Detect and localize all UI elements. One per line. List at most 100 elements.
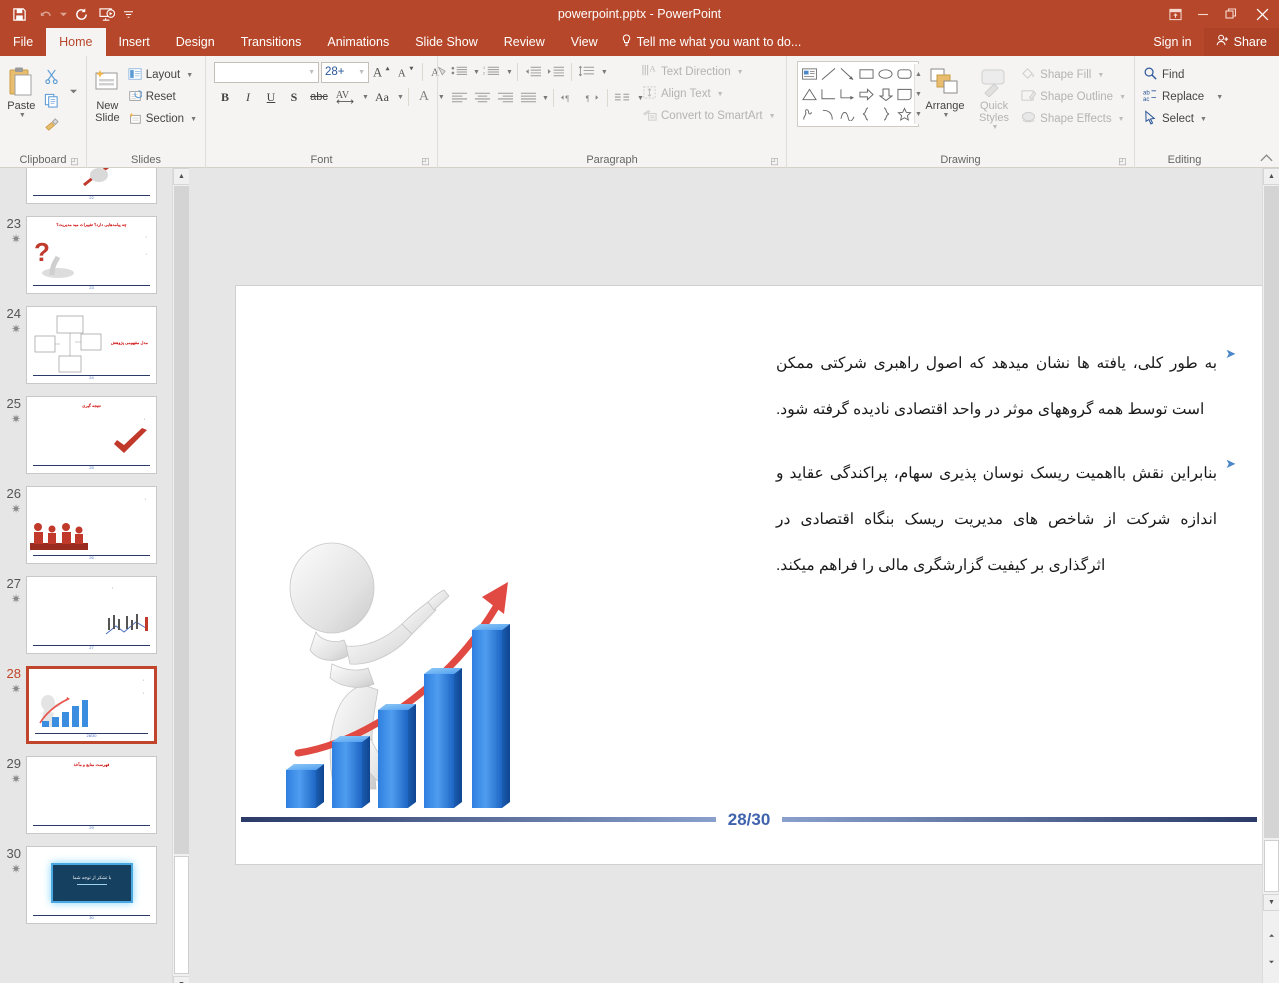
previous-slide-icon[interactable]: ⏶ xyxy=(1263,928,1279,945)
growth-chart-image[interactable] xyxy=(276,534,586,819)
shape-elbow-connector-icon[interactable] xyxy=(819,84,838,104)
shape-arc-icon[interactable] xyxy=(819,104,838,124)
slide-thumbnail-current[interactable]: ▪ ‌‌‌‌‌ ‌‌‌‌ ‌‌‌‌‌‌ ‌‌‌‌ ‌‌‌‌‌‌‌‌ ‌‌‌‌‌ … xyxy=(26,666,157,744)
section-dropdown-icon[interactable]: ▼ xyxy=(190,116,197,123)
font-name-input[interactable]: ▼ xyxy=(214,61,319,83)
paste-options-dropdown-icon[interactable] xyxy=(65,79,82,103)
underline-button[interactable]: U xyxy=(260,86,282,108)
justify-dropdown-icon[interactable]: ▼ xyxy=(542,95,549,102)
slide-thumbnail[interactable]: ▪ ‌‌‌‌‌ ‌‌‌‌‌‌ ‌‌‌‌ ‌‌‌‌‌‌ ‌‌‌‌‌‌‌‌ ‌‌‌‌… xyxy=(26,576,157,654)
smartart-dropdown-icon[interactable]: ▼ xyxy=(769,113,776,120)
tab-review[interactable]: Review xyxy=(491,28,558,56)
thumbnail-row[interactable]: 25 ✷ نتیجه گیری ▪ ‌‌‌‌‌ ‌‌‌‌‌ ‌‌‌‌‌ ‌‌‌‌‌… xyxy=(0,390,172,480)
slide-editing-area[interactable]: ➤ به طور کلی، یافته ها نشان میدهد که اصو… xyxy=(189,168,1263,983)
bold-button[interactable]: B xyxy=(214,86,236,108)
shapes-gallery[interactable]: ▲ ▼ ▼ xyxy=(797,61,922,127)
shape-triangle-icon[interactable] xyxy=(800,84,819,104)
close-icon[interactable] xyxy=(1245,0,1279,28)
slide-text-placeholder[interactable]: ➤ به طور کلی، یافته ها نشان میدهد که اصو… xyxy=(776,341,1236,607)
align-right-button[interactable] xyxy=(494,87,516,109)
restore-icon[interactable] xyxy=(1217,0,1245,28)
shape-outline-button[interactable]: Shape Outline ▼ xyxy=(1017,86,1130,108)
text-direction-button[interactable]: A Text Direction ▼ xyxy=(638,61,780,83)
shape-right-arrow-icon[interactable] xyxy=(857,84,876,104)
line-spacing-button[interactable] xyxy=(576,61,598,83)
slide-scroll-thumb[interactable] xyxy=(1264,840,1279,892)
quick-styles-button[interactable]: Quick Styles ▼ xyxy=(971,61,1017,131)
thumbnail-scroll-thumb[interactable] xyxy=(174,186,189,854)
select-dropdown-icon[interactable]: ▼ xyxy=(1200,116,1207,123)
reset-button[interactable]: Reset xyxy=(124,86,201,108)
slide-thumbnail[interactable]: با تشکر از توجه شما 30 xyxy=(26,846,157,924)
quick-styles-dropdown-icon[interactable]: ▼ xyxy=(992,124,999,131)
align-left-button[interactable] xyxy=(448,87,470,109)
ribbon-display-options-icon[interactable] xyxy=(1161,0,1189,28)
copy-icon[interactable] xyxy=(39,88,65,112)
tab-transitions[interactable]: Transitions xyxy=(228,28,315,56)
slide-thumbnail[interactable]: نتیجه گیری ▪ ‌‌‌‌‌ ‌‌‌‌‌ ‌‌‌‌‌ ‌‌‌‌‌‌ ‌‌… xyxy=(26,396,157,474)
save-icon[interactable] xyxy=(6,2,32,26)
minimize-icon[interactable] xyxy=(1189,0,1217,28)
justify-button[interactable] xyxy=(517,87,539,109)
replace-button[interactable]: ab ac Replace ▼ xyxy=(1139,86,1227,108)
slide-thumbnail-pane[interactable]: 22 ‌ ‌ ‌ ‌ ‌ ‌ 22 23✷ ‌چه پیامدهایی دارد… xyxy=(0,168,172,983)
next-slide-icon[interactable]: ⏷ xyxy=(1263,954,1279,971)
font-size-dropdown-icon[interactable]: ▼ xyxy=(358,69,365,76)
rtl-text-direction-button[interactable]: ¶ xyxy=(581,87,603,109)
shape-elbow-arrow-icon[interactable] xyxy=(838,84,857,104)
shape-oval-icon[interactable] xyxy=(876,64,895,84)
tab-view[interactable]: View xyxy=(558,28,611,56)
bullets-button[interactable] xyxy=(448,61,470,83)
align-center-button[interactable] xyxy=(471,87,493,109)
start-slideshow-icon[interactable] xyxy=(94,2,120,26)
tell-me-search[interactable]: Tell me what you want to do... xyxy=(611,28,812,56)
thumbnail-scrollbar[interactable]: ▲ ▼ xyxy=(172,168,190,983)
undo-dropdown-icon[interactable] xyxy=(58,2,68,26)
tab-slide-show[interactable]: Slide Show xyxy=(402,28,491,56)
shape-effects-button[interactable]: Shape Effects ▼ xyxy=(1017,108,1130,130)
undo-icon[interactable] xyxy=(32,2,58,26)
shape-rectangle-icon[interactable] xyxy=(857,64,876,84)
shape-outline-dropdown-icon[interactable]: ▼ xyxy=(1119,94,1126,101)
change-case-dropdown-icon[interactable]: ▼ xyxy=(397,94,404,101)
tab-animations[interactable]: Animations xyxy=(314,28,402,56)
share-button[interactable]: Share xyxy=(1203,28,1279,56)
thumbnail-scroll-up-icon[interactable]: ▲ xyxy=(173,168,190,185)
section-button[interactable]: Section ▼ xyxy=(124,108,201,130)
decrease-indent-button[interactable] xyxy=(522,61,544,83)
italic-button[interactable]: I xyxy=(237,86,259,108)
format-painter-icon[interactable] xyxy=(39,112,65,136)
shape-folded-corner-icon[interactable] xyxy=(895,84,914,104)
character-spacing-dropdown-icon[interactable]: ▼ xyxy=(362,94,369,101)
drawing-dialog-launcher-icon[interactable]: ◰ xyxy=(1117,156,1128,167)
font-dialog-launcher-icon[interactable]: ◰ xyxy=(420,156,431,167)
paste-button[interactable]: Paste ▼ xyxy=(4,61,39,119)
ltr-text-direction-button[interactable]: ¶ xyxy=(558,87,580,109)
align-text-dropdown-icon[interactable]: ▼ xyxy=(717,91,724,98)
align-text-button[interactable]: Align Text ▼ xyxy=(638,83,780,105)
thumbnail-row[interactable]: 26 ✷ ▪ ‌‌‌‌‌ ‌‌‌‌‌‌ ‌‌‌‌ ‌‌‌‌‌‌ ‌‌‌‌‌‌‌‌ … xyxy=(0,480,172,570)
shrink-font-icon[interactable]: A xyxy=(395,61,417,83)
grow-font-icon[interactable]: A xyxy=(371,61,393,83)
shape-effects-dropdown-icon[interactable]: ▼ xyxy=(1118,116,1125,123)
find-button[interactable]: Find xyxy=(1139,64,1227,86)
slide-thumbnail[interactable]: ‌ ‌ ‌ ‌ ‌ ‌ 22 xyxy=(26,168,157,204)
columns-button[interactable] xyxy=(612,87,634,109)
shape-right-brace-icon[interactable] xyxy=(876,104,895,124)
slide-scroll-track[interactable] xyxy=(1264,186,1279,838)
shape-left-brace-icon[interactable] xyxy=(857,104,876,124)
bullets-dropdown-icon[interactable]: ▼ xyxy=(473,69,480,76)
thumbnail-row[interactable]: 23 ✷ ‌چه پیامدهایی دارد؟ تغییرات مید مدیر… xyxy=(0,210,172,300)
select-button[interactable]: Select ▼ xyxy=(1139,108,1227,130)
numbering-button[interactable]: 12 xyxy=(481,61,503,83)
shape-down-arrow-icon[interactable] xyxy=(876,84,895,104)
slide-area-scrollbar[interactable]: ▲ ▼ ⏶ ⏷ xyxy=(1262,168,1279,983)
shape-textbox-icon[interactable] xyxy=(800,64,819,84)
slide-scroll-up-icon[interactable]: ▲ xyxy=(1263,168,1279,185)
shape-rounded-rect-icon[interactable] xyxy=(895,64,914,84)
cut-icon[interactable] xyxy=(39,64,65,88)
paste-dropdown-icon[interactable]: ▼ xyxy=(19,112,26,119)
shape-fill-dropdown-icon[interactable]: ▼ xyxy=(1097,72,1104,79)
slide-scroll-down-icon[interactable]: ▼ xyxy=(1263,894,1279,911)
character-spacing-button[interactable]: AV xyxy=(333,86,359,108)
